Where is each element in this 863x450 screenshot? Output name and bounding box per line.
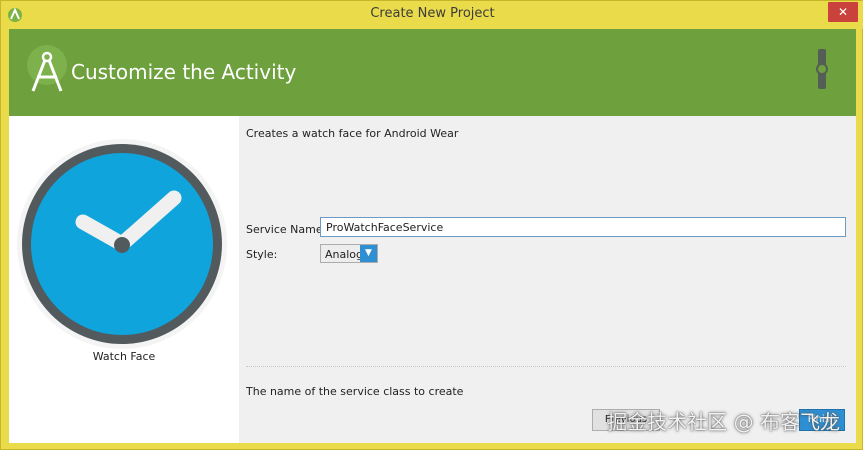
wizard-header: Customize the Activity <box>9 29 856 116</box>
watch-icon <box>816 49 828 89</box>
service-name-input[interactable] <box>320 217 846 237</box>
window-title: Create New Project <box>370 6 495 21</box>
watch-face-preview <box>17 139 227 349</box>
style-selected-value: Analog <box>325 248 364 261</box>
create-project-window: Create New Project ✕ Customize the Activ… <box>0 0 863 450</box>
close-button[interactable]: ✕ <box>828 2 858 22</box>
chevron-down-icon[interactable]: ▼ <box>360 245 377 262</box>
title-bar: Create New Project ✕ <box>1 1 863 29</box>
service-name-label: Service Name: <box>246 223 327 236</box>
template-preview: Watch Face <box>9 116 239 443</box>
watermark: 掘金技术社区 @ 布客飞龙 <box>607 410 840 434</box>
page-title: Customize the Activity <box>71 60 297 84</box>
divider <box>246 366 846 367</box>
preview-label: Watch Face <box>92 350 156 363</box>
style-dropdown[interactable]: Analog ▼ <box>320 244 378 263</box>
template-description: Creates a watch face for Android Wear <box>246 127 459 140</box>
style-label: Style: <box>246 248 278 261</box>
android-studio-icon <box>27 45 67 92</box>
wizard-content: Watch Face Creates a watch face for Andr… <box>9 116 856 443</box>
help-text: The name of the service class to create <box>246 385 464 398</box>
